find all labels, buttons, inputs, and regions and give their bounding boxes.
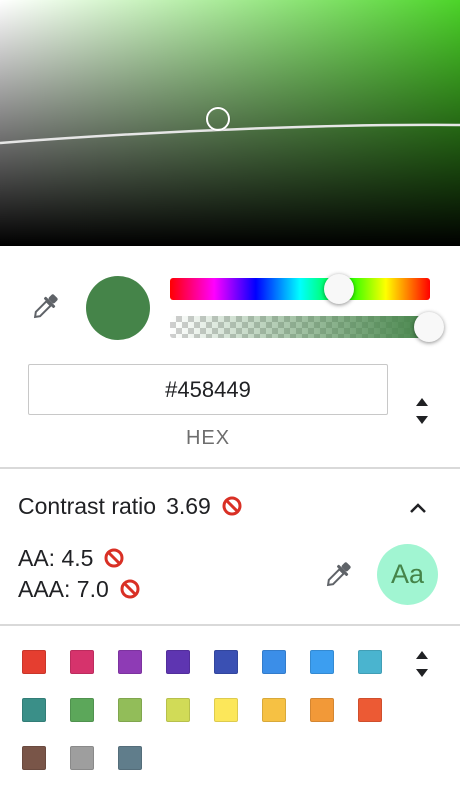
palette-swatch[interactable] — [118, 698, 142, 722]
palette-swatch[interactable] — [70, 746, 94, 770]
contrast-ratio-value: 3.69 — [166, 492, 211, 519]
format-label: HEX — [185, 427, 231, 449]
palette-swatch[interactable] — [22, 746, 46, 770]
palette-swatch[interactable] — [358, 650, 382, 674]
palette-swatch[interactable] — [22, 698, 46, 722]
palette-swatch[interactable] — [118, 650, 142, 674]
color-area-cursor[interactable] — [206, 107, 230, 131]
hue-slider[interactable] — [170, 278, 430, 300]
preview-text: Aa — [390, 559, 425, 589]
aa-requirement: AA: 4.5 — [18, 544, 125, 572]
no-entry-icon — [222, 496, 242, 516]
hex-input[interactable] — [28, 364, 388, 415]
no-entry-icon — [120, 579, 140, 599]
aa-label: AA: 4.5 — [18, 544, 94, 571]
divider — [0, 467, 460, 469]
eyedropper-icon[interactable] — [28, 290, 62, 324]
updown-arrows-icon[interactable] — [410, 396, 434, 426]
contrast-ratio-header[interactable]: Contrast ratio 3.69 — [18, 490, 243, 522]
palette-swatch[interactable] — [166, 698, 190, 722]
color-area[interactable] — [0, 0, 460, 246]
palette-swatch[interactable] — [310, 650, 334, 674]
palette-swatch[interactable] — [262, 650, 286, 674]
no-entry-icon — [104, 548, 124, 568]
contrast-text-preview: Aa — [377, 544, 438, 605]
palette-swatch[interactable] — [358, 698, 382, 722]
palette-swatch[interactable] — [262, 698, 286, 722]
chevron-up-icon[interactable] — [404, 496, 432, 520]
palette-swatch[interactable] — [310, 698, 334, 722]
palette-swatch[interactable] — [70, 698, 94, 722]
updown-arrows-icon[interactable] — [410, 649, 434, 679]
eyedropper-icon[interactable] — [321, 558, 355, 592]
palette-swatch[interactable] — [70, 650, 94, 674]
hue-slider-thumb[interactable] — [324, 274, 354, 304]
palette-swatch[interactable] — [118, 746, 142, 770]
contrast-boundary-line — [0, 123, 460, 145]
palette-swatch[interactable] — [22, 650, 46, 674]
alpha-gradient — [170, 316, 430, 338]
contrast-ratio-label: Contrast ratio — [18, 492, 157, 519]
current-color-swatch — [86, 276, 150, 340]
alpha-slider-thumb[interactable] — [414, 312, 444, 342]
palette-swatch[interactable] — [166, 650, 190, 674]
divider — [0, 624, 460, 626]
palette-swatch[interactable] — [214, 650, 238, 674]
alpha-slider[interactable] — [170, 316, 430, 338]
aaa-requirement: AAA: 7.0 — [18, 575, 141, 603]
palette-swatch[interactable] — [214, 698, 238, 722]
aaa-label: AAA: 7.0 — [18, 575, 109, 602]
